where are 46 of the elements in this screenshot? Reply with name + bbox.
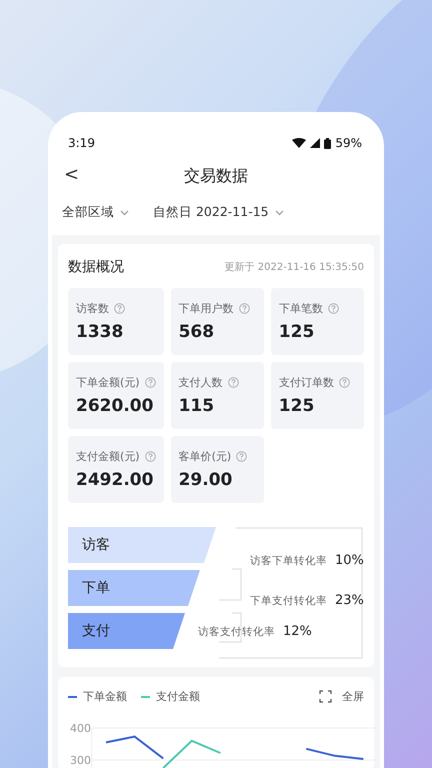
- metric-label: 支付订单数: [278, 375, 334, 390]
- metric-label: 下单用户数: [178, 301, 234, 316]
- rate-value: 10%: [335, 553, 364, 568]
- help-icon[interactable]: [114, 303, 125, 314]
- help-icon[interactable]: [238, 303, 250, 314]
- metric-value: 125: [278, 322, 316, 342]
- funnel-stage: 支付: [68, 613, 185, 649]
- battery-percent: 59%: [335, 136, 362, 150]
- help-icon[interactable]: [144, 377, 156, 388]
- help-icon[interactable]: [236, 451, 248, 462]
- metric-label: 客单价(元): [178, 449, 232, 464]
- metric-label: 下单笔数: [278, 301, 323, 316]
- rate-value: 12%: [283, 624, 312, 639]
- metric-label: 支付金额(元): [76, 449, 140, 464]
- rate-label: 下单支付转化率: [250, 594, 327, 608]
- status-time: 3:19: [68, 136, 95, 150]
- page-title: 交易数据: [184, 166, 248, 186]
- rate-label: 访客支付转化率: [198, 624, 275, 638]
- metric-label: 支付人数: [178, 375, 223, 390]
- metric-value: 125: [278, 396, 316, 416]
- rate-value: 23%: [335, 593, 364, 608]
- funnel-stage: 访客: [68, 527, 216, 563]
- funnel-stage: 下单: [68, 570, 200, 606]
- signal-icon: [310, 138, 320, 148]
- rate-label: 访客下单转化率: [250, 554, 327, 568]
- metric-value: 115: [178, 396, 216, 416]
- metric-value: 2492.00: [76, 470, 154, 490]
- metric-label: 下单金额(元): [76, 375, 140, 390]
- help-icon[interactable]: [228, 377, 239, 388]
- metric-value: 29.00: [178, 470, 234, 490]
- back-button[interactable]: <: [60, 164, 84, 185]
- section-title: 数据概况: [68, 258, 124, 276]
- help-icon[interactable]: [328, 303, 339, 314]
- filter-dropdown[interactable]: 自然日 2022-11-15: [151, 202, 286, 223]
- filter-dropdown[interactable]: 全部区域: [60, 202, 131, 223]
- chevron-down-icon: [120, 210, 129, 216]
- metric-value: 568: [178, 322, 216, 342]
- metric-value: 1338: [76, 322, 124, 342]
- metric-label: 访客数: [76, 301, 109, 316]
- wifi-icon: [292, 138, 306, 148]
- help-icon[interactable]: [144, 451, 156, 462]
- metric-value: 2620.00: [76, 396, 154, 416]
- update-time: 更新于 2022-11-16 15:35:50: [224, 260, 364, 274]
- help-icon[interactable]: [338, 377, 350, 388]
- chevron-down-icon: [274, 210, 284, 216]
- battery-icon: [324, 138, 332, 148]
